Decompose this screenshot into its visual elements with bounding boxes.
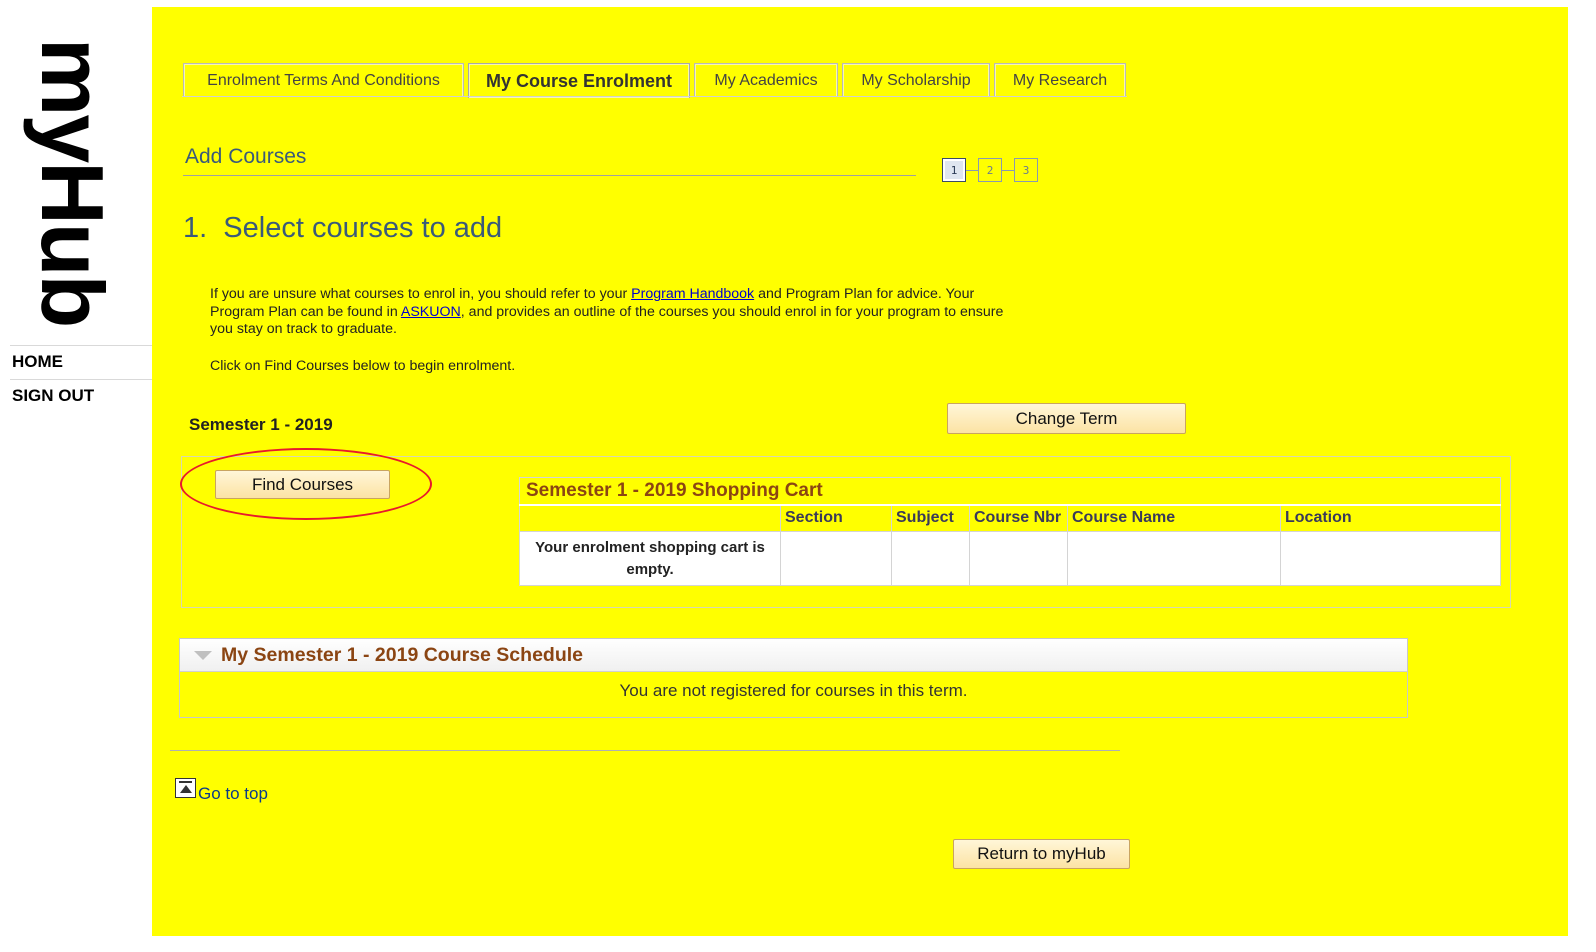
section-title: Add Courses: [185, 145, 307, 168]
tab-my-academics[interactable]: My Academics: [694, 63, 838, 97]
column-header: Course Nbr: [969, 504, 1068, 532]
collapse-triangle-icon[interactable]: [194, 650, 212, 660]
main-content: Enrolment Terms And Conditions My Course…: [152, 7, 1568, 936]
column-header: [519, 504, 781, 532]
step-3: 3: [1014, 158, 1038, 182]
step-connector: [1002, 169, 1014, 171]
tab-my-course-enrolment[interactable]: My Course Enrolment: [468, 63, 690, 98]
go-to-top-icon[interactable]: [175, 778, 196, 798]
intro-text-part: If you are unsure what courses to enrol …: [210, 286, 632, 302]
tab-enrolment-terms[interactable]: Enrolment Terms And Conditions: [183, 63, 464, 97]
table-cell: [780, 531, 892, 586]
schedule-message: You are not registered for courses in th…: [619, 681, 968, 700]
sign-out-link[interactable]: SIGN OUT: [12, 386, 94, 406]
myhub-logo: myHub: [23, 38, 122, 327]
schedule-header[interactable]: My Semester 1 - 2019 Course Schedule: [180, 639, 1407, 672]
column-header: Location: [1280, 504, 1501, 532]
sidebar-divider: [10, 379, 152, 380]
click-instruction: Click on Find Courses below to begin enr…: [210, 358, 516, 374]
askuon-link[interactable]: ASKUON: [401, 304, 461, 320]
page-heading: 1. Select courses to add: [183, 212, 503, 244]
column-header: Section: [780, 504, 892, 532]
step-connector: [966, 169, 978, 171]
step-1: 1: [942, 158, 966, 182]
find-courses-button[interactable]: Find Courses: [215, 470, 390, 499]
cart-title: Semester 1 - 2019 Shopping Cart: [519, 477, 1501, 506]
tab-underline: [182, 96, 1127, 97]
footer-divider: [170, 750, 1120, 751]
go-to-top-label[interactable]: Go to top: [198, 784, 268, 804]
tab-my-research[interactable]: My Research: [994, 63, 1126, 97]
table-header-row: Section Subject Course Nbr Course Name L…: [519, 504, 1501, 532]
step-2: 2: [978, 158, 1002, 182]
tab-my-scholarship[interactable]: My Scholarship: [842, 63, 990, 97]
step-indicator: 1 2 3: [942, 157, 1038, 183]
course-schedule-panel: My Semester 1 - 2019 Course Schedule You…: [179, 638, 1408, 718]
home-link[interactable]: HOME: [12, 352, 63, 372]
sidebar-divider: [10, 345, 152, 346]
table-cell: [1067, 531, 1281, 586]
sidebar: myHub HOME SIGN OUT: [0, 0, 152, 952]
table-cell: [1280, 531, 1501, 586]
column-header: Course Name: [1067, 504, 1281, 532]
term-label: Semester 1 - 2019: [189, 415, 333, 434]
column-header: Subject: [891, 504, 970, 532]
program-handbook-link[interactable]: Program Handbook: [631, 286, 754, 302]
section-divider: [183, 175, 916, 176]
go-to-top-link[interactable]: Go to top: [175, 778, 268, 804]
schedule-title: My Semester 1 - 2019 Course Schedule: [221, 643, 583, 666]
intro-text: If you are unsure what courses to enrol …: [210, 286, 1020, 339]
empty-cart-message: Your enrolment shopping cart is empty.: [519, 531, 781, 586]
table-row: Your enrolment shopping cart is empty.: [519, 531, 1501, 586]
table-cell: [969, 531, 1068, 586]
table-cell: [891, 531, 970, 586]
return-to-myhub-button[interactable]: Return to myHub: [953, 839, 1130, 869]
change-term-button[interactable]: Change Term: [947, 403, 1186, 434]
shopping-cart-table: Semester 1 - 2019 Shopping Cart Section …: [519, 477, 1501, 586]
